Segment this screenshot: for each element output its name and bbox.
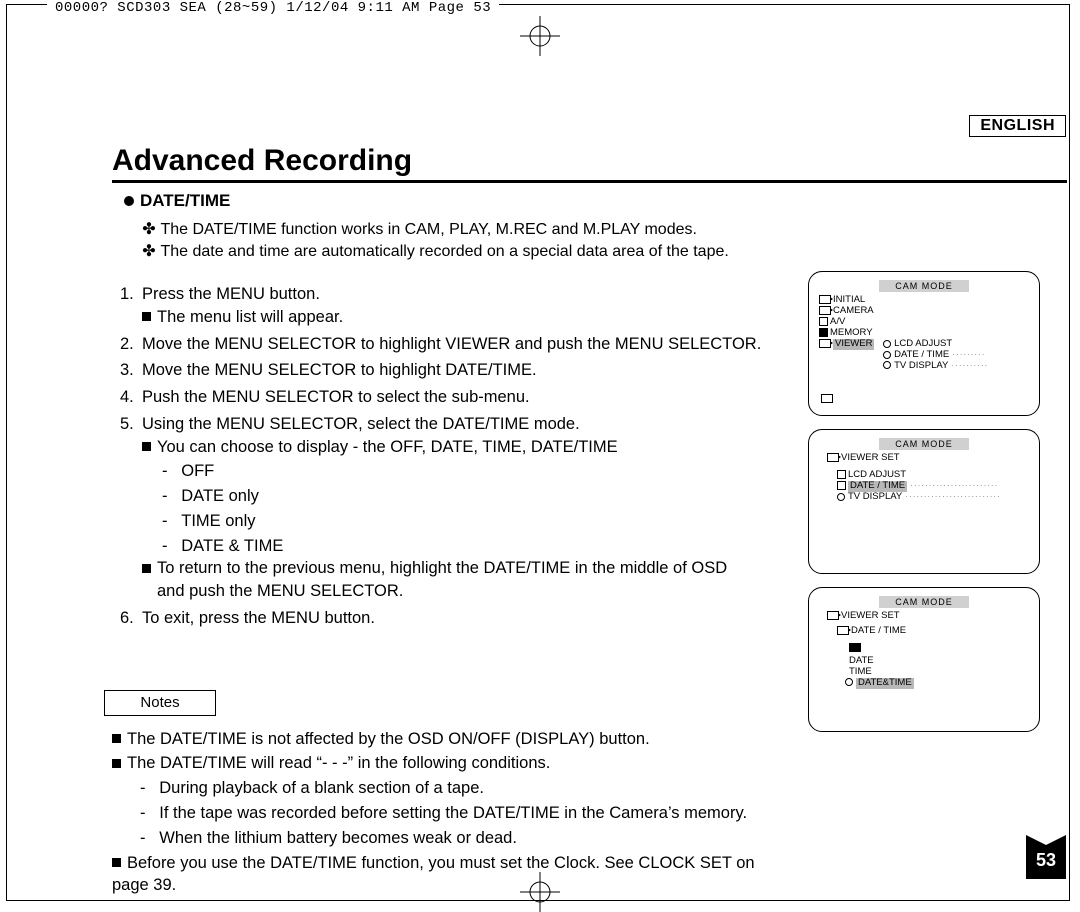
intro-line: The DATE/TIME function works in CAM, PLA…: [160, 221, 696, 238]
submenu-item: TV DISPLAY: [848, 491, 902, 502]
option-line: - DATE & TIME: [162, 535, 780, 558]
note-subtext: - During playback of a blank section of …: [140, 777, 780, 800]
submenu-item: LCD ADJUST: [848, 469, 906, 480]
camera-icon: [819, 295, 831, 304]
square-bullet-icon: [112, 759, 121, 768]
submenu-item: DATE / TIME: [894, 349, 949, 360]
submenu-item: DATE / TIME: [851, 625, 906, 636]
page-number: 53: [1026, 845, 1066, 879]
option-line: - OFF: [162, 460, 780, 483]
step-subtext: To return to the previous menu, highligh…: [157, 559, 727, 577]
circle-icon: [845, 678, 853, 686]
step-subtext: The menu list will appear.: [157, 308, 343, 326]
print-header: 00000? SCD303 SEA (28~59) 1/12/04 9:11 A…: [47, 0, 499, 16]
clover-bullet-icon: ✤: [142, 219, 156, 239]
note-text: Before you use the DATE/TIME function, y…: [112, 854, 755, 895]
camera-icon: [827, 611, 839, 620]
return-icon: [849, 643, 861, 652]
step-text: Push the MENU SELECTOR to select the sub…: [142, 388, 530, 406]
menu-item: A/V: [830, 316, 845, 327]
intro-list: ✤ The DATE/TIME function works in CAM, P…: [142, 219, 1067, 261]
menu-item: CAMERA: [833, 305, 874, 316]
menu-item: VIEWER SET: [841, 452, 900, 463]
circle-icon: [883, 340, 891, 348]
notes-list: The DATE/TIME is not affected by the OSD…: [112, 728, 780, 897]
osd-figure-1: CAM MODE INITIAL CAMERA A/V MEMORY VIEWE…: [808, 271, 1040, 416]
circle-icon: [883, 351, 891, 359]
step-text: Move the MENU SELECTOR to highlight VIEW…: [142, 335, 761, 353]
option-item: DATE: [849, 655, 874, 666]
osd-figure-3: CAM MODE VIEWER SET DATE / TIME DATE TIM…: [808, 587, 1040, 732]
square-icon: [837, 470, 846, 479]
square-bullet-icon: [112, 858, 121, 867]
square-icon: [819, 317, 828, 326]
step-text: Press the MENU button.: [142, 285, 320, 303]
note-subtext: - If the tape was recorded before settin…: [140, 802, 780, 825]
submenu-item: LCD ADJUST: [894, 338, 952, 349]
option-line: - TIME only: [162, 510, 780, 533]
language-badge: ENGLISH: [969, 115, 1066, 137]
osd-header: CAM MODE: [879, 280, 969, 292]
note-subtext: - When the lithium battery becomes weak …: [140, 827, 780, 850]
step-text: Using the MENU SELECTOR, select the DATE…: [142, 415, 580, 433]
intro-line: The date and time are automatically reco…: [160, 243, 728, 260]
note-text: The DATE/TIME is not affected by the OSD…: [127, 730, 650, 748]
square-bullet-icon: [142, 312, 151, 321]
instructions-column: 1.Press the MENU button. The menu list w…: [112, 271, 780, 899]
return-icon: [821, 394, 835, 405]
osd-header: CAM MODE: [879, 596, 969, 608]
square-bullet-icon: [142, 442, 151, 451]
content-area: Advanced Recording DATE/TIME ✤ The DATE/…: [112, 144, 1067, 899]
circle-icon: [837, 493, 845, 501]
circle-icon: [883, 361, 891, 369]
step-subtext: and push the MENU SELECTOR.: [157, 582, 403, 600]
camera-icon: [827, 453, 839, 462]
square-bullet-icon: [142, 564, 151, 573]
camera-icon: [819, 306, 831, 315]
square-bullet-icon: [112, 734, 121, 743]
menu-item: VIEWER SET: [841, 610, 900, 621]
title-rule: [112, 180, 1067, 183]
menu-item: INITIAL: [833, 294, 865, 305]
osd-figure-2: CAM MODE VIEWER SET LCD ADJUST DATE / TI…: [808, 429, 1040, 574]
bullet-icon: [124, 196, 134, 206]
step-text: Move the MENU SELECTOR to highlight DATE…: [142, 361, 537, 379]
camera-icon: [837, 626, 849, 635]
osd-header: CAM MODE: [879, 438, 969, 450]
figure-column: CAM MODE INITIAL CAMERA A/V MEMORY VIEWE…: [808, 271, 1053, 899]
note-text: The DATE/TIME will read “- - -” in the f…: [127, 754, 550, 772]
camera-icon: [819, 339, 831, 348]
menu-item-selected: VIEWER: [833, 339, 874, 350]
notes-heading: Notes: [112, 690, 780, 714]
registration-mark-top-icon: [520, 16, 560, 56]
step-subtext: You can choose to display - the OFF, DAT…: [157, 438, 618, 456]
option-item-selected: DATE&TIME: [856, 678, 914, 689]
square-icon: [819, 328, 828, 337]
clover-bullet-icon: ✤: [142, 241, 156, 261]
submenu-item: TV DISPLAY: [894, 360, 948, 371]
step-text: To exit, press the MENU button.: [142, 609, 375, 627]
section-heading: DATE/TIME: [124, 191, 1067, 211]
option-item: TIME: [849, 666, 872, 677]
menu-item: MEMORY: [830, 327, 873, 338]
option-line: - DATE only: [162, 485, 780, 508]
square-icon: [837, 481, 846, 490]
page: 00000? SCD303 SEA (28~59) 1/12/04 9:11 A…: [0, 0, 1080, 905]
page-title: Advanced Recording: [112, 144, 1067, 178]
